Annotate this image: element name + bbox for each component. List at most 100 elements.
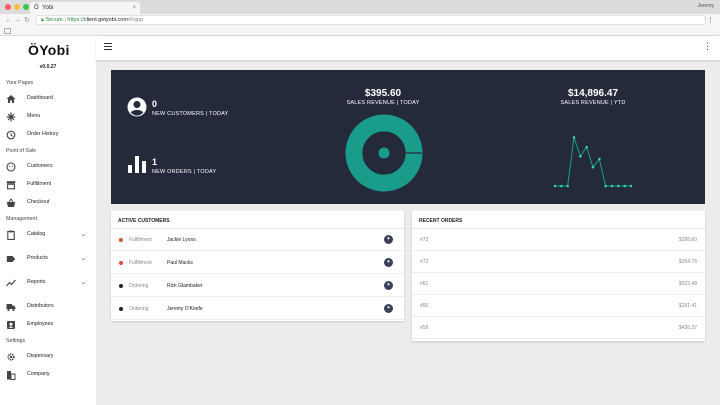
sparkline-point	[598, 157, 601, 161]
order-id: #61	[420, 281, 429, 287]
status-dot	[119, 284, 123, 288]
home-icon	[6, 94, 16, 104]
browser-profile[interactable]: Jeremy	[698, 3, 714, 9]
active-customers-header: ACTIVE CUSTOMERS	[111, 211, 404, 229]
back-arrow-icon[interactable]: ←	[5, 16, 12, 25]
sidebar-item-menu[interactable]: Menu	[0, 110, 96, 124]
sidebar-item-label: Distributors	[27, 303, 54, 309]
sales-today-label: SALES REVENUE | TODAY	[346, 100, 420, 106]
status-dot	[119, 238, 123, 242]
sidebar-item-label: Catalog	[27, 231, 46, 237]
sparkline-point	[560, 184, 563, 188]
lock-icon: 🔒︎	[41, 17, 44, 23]
sparkline-point	[617, 184, 620, 188]
yobi-logo[interactable]: ÖYobi	[28, 42, 70, 58]
sparkline-point	[553, 184, 557, 188]
sidebar-item-label: Customers	[27, 163, 53, 169]
sidebar-item-company[interactable]: Company	[0, 368, 96, 382]
sales-ytd-label: SALES REVENUE | YTD	[560, 100, 626, 106]
clipboard-icon	[6, 230, 16, 240]
chevron-down-icon[interactable]: ⌄	[81, 231, 86, 238]
order-id: #59	[420, 325, 429, 331]
sparkline-point	[566, 184, 569, 188]
customer-name: Rick Glambaker	[167, 283, 203, 289]
customer-status: Fulfillment	[129, 260, 152, 266]
store-icon	[6, 180, 16, 190]
url-scheme: https://	[67, 17, 84, 23]
customer-row[interactable]: Ordering Jeremy O'Keefe ✦	[111, 298, 404, 320]
sparkline-point	[604, 184, 607, 188]
url-separator: |	[64, 17, 66, 23]
customer-row[interactable]: Fulfillment Paul Macks ✦	[111, 252, 404, 274]
reload-icon[interactable]: ↻	[24, 16, 30, 25]
sidebar-item-fulfillment[interactable]: Fulfillment	[0, 178, 96, 192]
sparkline-point	[585, 145, 588, 149]
sidebar-item-label: Order History	[27, 131, 59, 137]
sidebar-item-reports[interactable]: Reports ⌄	[0, 276, 96, 290]
order-row[interactable]: #73 $395.60	[412, 229, 705, 251]
sidebar-item-label: Employees	[27, 321, 54, 327]
sidebar-section-label: Your Pages	[6, 80, 34, 86]
order-row[interactable]: #61 $523.48	[412, 273, 705, 295]
hamburger-menu-icon[interactable]	[104, 43, 112, 50]
customer-status: Ordering	[129, 306, 149, 312]
status-dot	[119, 261, 123, 265]
sidebar-item-label: Reports	[27, 279, 46, 285]
sidebar-item-dispensary[interactable]: Dispensary	[0, 350, 96, 364]
order-row[interactable]: #59 $426.37	[412, 317, 705, 339]
sidebar-item-label: Fulfillment	[27, 181, 52, 187]
customer-name: Paul Macks	[167, 260, 193, 266]
order-id: #73	[420, 237, 429, 243]
sales-donut-chart	[345, 114, 423, 192]
sidebar-item-catalog[interactable]: Catalog ⌄	[0, 228, 96, 242]
maximize-window-button[interactable]	[23, 4, 29, 10]
tab-close-icon[interactable]: ×	[132, 2, 136, 14]
sidebar-item-customers[interactable]: Customers	[0, 160, 96, 174]
browser-tab[interactable]: Ö Yobi ×	[30, 2, 140, 14]
sparkline-point	[579, 155, 582, 158]
app-version: v0.0.27	[39, 64, 57, 70]
utensils-icon	[6, 112, 16, 122]
sidebar-item-dashboard[interactable]: Dashboard	[0, 92, 96, 106]
bar-chart-icon	[128, 156, 146, 173]
chevron-down-icon[interactable]: ⌄	[81, 279, 86, 286]
sidebar-item-distributors[interactable]: Distributors	[0, 300, 96, 314]
address-bar[interactable]: 🔒︎ Secure | https://client.getyobi.com/#…	[36, 15, 706, 25]
order-amount: $291.41	[678, 303, 697, 309]
cannabis-leaf-icon[interactable]: ✦	[384, 304, 393, 313]
minimize-window-button[interactable]	[14, 4, 20, 10]
truck-icon	[6, 302, 16, 312]
sidebar-item-label: Menu	[27, 113, 41, 119]
url-path: /#/app	[127, 17, 144, 23]
sidebar-item-checkout[interactable]: Checkout	[0, 196, 96, 210]
sidebar-section-label: Management	[6, 216, 37, 222]
face-icon	[6, 162, 16, 172]
customer-name: Jeremy O'Keefe	[167, 306, 203, 312]
more-options-icon[interactable]: ⋮	[703, 42, 712, 51]
account-circle-icon	[127, 97, 147, 117]
browser-menu-icon[interactable]: ⋮	[707, 16, 714, 24]
chevron-down-icon[interactable]: ⌄	[81, 255, 86, 262]
active-customers-card: ACTIVE CUSTOMERS Fulfillment Jackie Lyons…	[111, 211, 404, 321]
window-controls	[5, 4, 29, 10]
history-icon	[6, 130, 16, 140]
app-bar: ⋮	[96, 36, 720, 60]
cannabis-leaf-icon[interactable]: ✦	[384, 258, 393, 267]
recent-orders-header: RECENT ORDERS	[412, 211, 705, 229]
sidebar-item-products[interactable]: Products ⌄	[0, 252, 96, 266]
sidebar-section-label: Point of Sale	[6, 148, 37, 154]
sales-today-value: $395.60	[364, 88, 402, 99]
close-window-button[interactable]	[5, 4, 11, 10]
sidebar-item-label: Company	[27, 371, 50, 377]
sidebar-item-employees[interactable]: Employees	[0, 318, 96, 332]
customer-row[interactable]: Fulfillment Jackie Lyons ✦	[111, 229, 404, 251]
customer-row[interactable]: Ordering Rick Glambaker ✦	[111, 275, 404, 297]
cannabis-leaf-icon[interactable]: ✦	[384, 235, 393, 244]
sparkline-point	[591, 165, 595, 169]
sidebar-item-order-history[interactable]: Order History	[0, 128, 96, 142]
order-row[interactable]: #60 $291.41	[412, 295, 705, 317]
apps-icon[interactable]	[4, 28, 11, 34]
forward-arrow-icon[interactable]: →	[14, 16, 21, 25]
cannabis-leaf-icon[interactable]: ✦	[384, 281, 393, 290]
order-row[interactable]: #72 $354.76	[412, 251, 705, 273]
